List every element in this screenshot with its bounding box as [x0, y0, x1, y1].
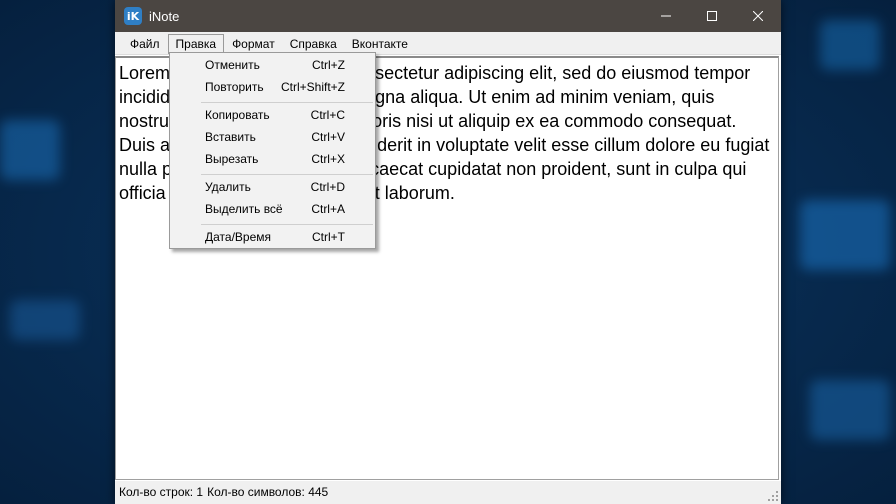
- menu-item-shortcut: Ctrl+D: [310, 180, 345, 194]
- maximize-icon: [707, 11, 717, 21]
- menu-item-shortcut: Ctrl+C: [310, 108, 345, 122]
- menu-help[interactable]: Справка: [283, 34, 344, 54]
- menu-item-label: Дата/Время: [205, 230, 272, 244]
- menu-item-shortcut: Ctrl+A: [311, 202, 345, 216]
- window-controls: [643, 0, 781, 32]
- close-button[interactable]: [735, 0, 781, 32]
- background-glow: [10, 300, 80, 340]
- menu-item-cut[interactable]: Вырезать Ctrl+X: [170, 148, 375, 170]
- app-logo-icon: iK: [124, 7, 142, 25]
- char-count: Кол-во символов: 445: [207, 485, 329, 499]
- edit-menu-dropdown: Отменить Ctrl+Z Повторить Ctrl+Shift+Z К…: [169, 52, 376, 249]
- background-glow: [810, 380, 890, 440]
- menu-file[interactable]: Файл: [123, 34, 167, 54]
- maximize-button[interactable]: [689, 0, 735, 32]
- menu-item-undo[interactable]: Отменить Ctrl+Z: [170, 54, 375, 76]
- menu-item-shortcut: Ctrl+V: [311, 130, 345, 144]
- menu-item-label: Повторить: [205, 80, 264, 94]
- menu-item-label: Отменить: [205, 58, 260, 72]
- menu-item-redo[interactable]: Повторить Ctrl+Shift+Z: [170, 76, 375, 98]
- menu-item-shortcut: Ctrl+Z: [312, 58, 345, 72]
- menu-item-label: Копировать: [205, 108, 270, 122]
- minimize-icon: [661, 15, 671, 17]
- menu-item-delete[interactable]: Удалить Ctrl+D: [170, 176, 375, 198]
- close-icon: [753, 11, 763, 21]
- menu-item-label: Вырезать: [205, 152, 259, 166]
- menu-item-copy[interactable]: Копировать Ctrl+C: [170, 104, 375, 126]
- menu-item-shortcut: Ctrl+X: [311, 152, 345, 166]
- background-glow: [0, 120, 60, 180]
- resize-grip-icon[interactable]: [768, 491, 778, 501]
- background-glow: [800, 200, 890, 270]
- menu-separator: [201, 174, 373, 175]
- status-bar: Кол-во строк: 1 Кол-во символов: 445: [115, 481, 781, 504]
- menu-item-shortcut: Ctrl+T: [312, 230, 345, 244]
- menu-item-label: Выделить всё: [205, 202, 283, 216]
- menu-item-paste[interactable]: Вставить Ctrl+V: [170, 126, 375, 148]
- menu-item-datetime[interactable]: Дата/Время Ctrl+T: [170, 226, 375, 248]
- title-bar[interactable]: iK iNote: [115, 0, 781, 32]
- menu-item-label: Удалить: [205, 180, 251, 194]
- menu-format[interactable]: Формат: [225, 34, 282, 54]
- menu-edit[interactable]: Правка: [167, 34, 225, 54]
- menu-item-label: Вставить: [205, 130, 256, 144]
- window-title: iNote: [149, 8, 180, 24]
- menu-separator: [201, 102, 373, 103]
- menu-separator: [201, 224, 373, 225]
- line-count: Кол-во строк: 1: [119, 485, 204, 499]
- menu-vkontakte[interactable]: Вконтакте: [345, 34, 415, 54]
- menu-item-select-all[interactable]: Выделить всё Ctrl+A: [170, 198, 375, 220]
- background-glow: [820, 20, 880, 70]
- menu-item-shortcut: Ctrl+Shift+Z: [280, 80, 345, 94]
- minimize-button[interactable]: [643, 0, 689, 32]
